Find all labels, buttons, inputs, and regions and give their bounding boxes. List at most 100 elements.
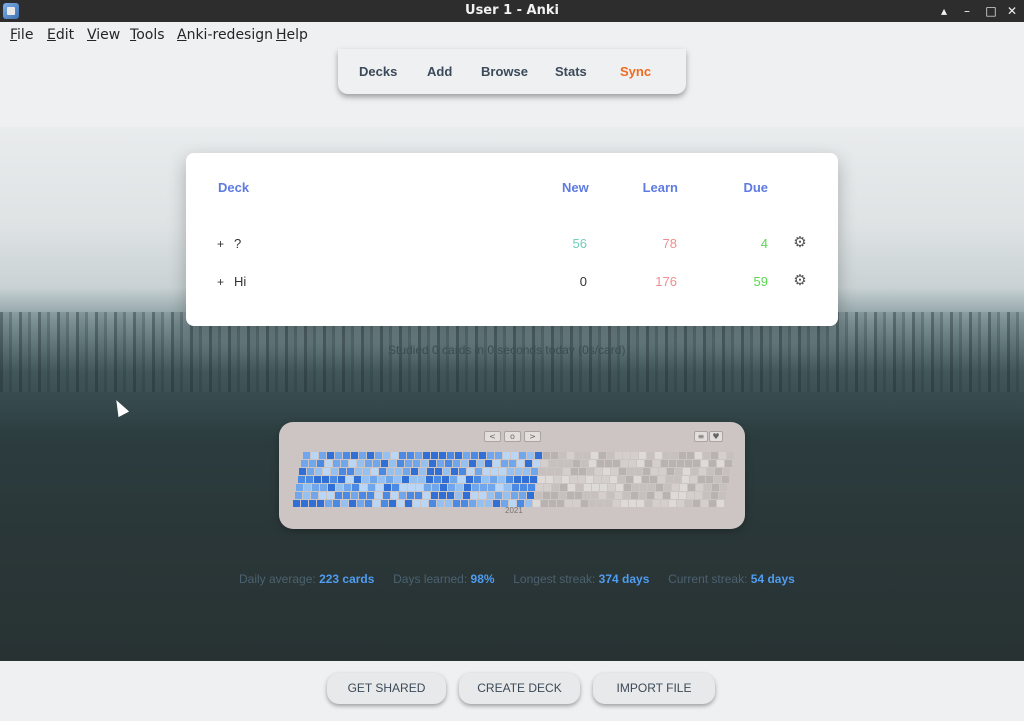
import-file-button[interactable]: IMPORT FILE xyxy=(593,673,715,704)
heatmap-cell[interactable] xyxy=(467,468,475,475)
heatmap-cell[interactable] xyxy=(462,452,470,459)
heatmap-cell[interactable] xyxy=(534,452,542,459)
heatmap-cell[interactable] xyxy=(317,500,324,507)
heatmap-cell[interactable] xyxy=(369,476,377,483)
heatmap-cell[interactable] xyxy=(309,500,316,507)
heatmap-cell[interactable] xyxy=(429,500,436,507)
heatmap-cell[interactable] xyxy=(534,492,542,499)
heatmap-cell[interactable] xyxy=(609,476,617,483)
heatmap-cell[interactable] xyxy=(438,492,446,499)
heatmap-cell[interactable] xyxy=(721,476,729,483)
heatmap-cell[interactable] xyxy=(667,468,675,475)
heatmap-cell[interactable] xyxy=(349,500,356,507)
heatmap-cell[interactable] xyxy=(617,476,625,483)
menu-help[interactable]: Help xyxy=(276,27,308,43)
heatmap-cell[interactable] xyxy=(699,468,707,475)
heatmap-cell[interactable] xyxy=(435,468,443,475)
heatmap-prev-button[interactable]: < xyxy=(484,431,501,442)
heatmap-cell[interactable] xyxy=(593,476,601,483)
heatmap-cell[interactable] xyxy=(723,468,731,475)
heatmap-cell[interactable] xyxy=(694,492,702,499)
heatmap-cell[interactable] xyxy=(675,468,683,475)
heatmap-cell[interactable] xyxy=(718,452,726,459)
close-icon[interactable]: ✕ xyxy=(1003,2,1021,20)
heatmap-cell[interactable] xyxy=(579,468,587,475)
heatmap-cell[interactable] xyxy=(445,460,452,467)
heatmap-cell[interactable] xyxy=(477,460,484,467)
heatmap-cell[interactable] xyxy=(325,500,332,507)
heatmap-cell[interactable] xyxy=(342,492,350,499)
heatmap-cell[interactable] xyxy=(597,500,604,507)
heatmap-cell[interactable] xyxy=(401,476,409,483)
heatmap-cell[interactable] xyxy=(430,452,438,459)
heatmap-cell[interactable] xyxy=(441,476,449,483)
heatmap-cell[interactable] xyxy=(601,476,609,483)
heatmap-cell[interactable] xyxy=(512,484,520,491)
heatmap-cell[interactable] xyxy=(341,460,348,467)
heatmap-cell[interactable] xyxy=(563,468,571,475)
heatmap-cell[interactable] xyxy=(387,468,395,475)
heatmap-cell[interactable] xyxy=(529,476,537,483)
deck-name[interactable]: ? xyxy=(234,236,241,251)
heatmap-cell[interactable] xyxy=(670,452,678,459)
heatmap-cell[interactable] xyxy=(517,460,524,467)
heatmap-cell[interactable] xyxy=(709,500,716,507)
heatmap-cell[interactable] xyxy=(331,468,339,475)
heatmap-cell[interactable] xyxy=(425,476,433,483)
heatmap-cell[interactable] xyxy=(457,476,465,483)
heatmap-cell[interactable] xyxy=(678,452,686,459)
heatmap-cell[interactable] xyxy=(504,484,512,491)
heatmap-cell[interactable] xyxy=(318,452,326,459)
heatmap-cell[interactable] xyxy=(611,468,619,475)
heatmap-cell[interactable] xyxy=(550,452,558,459)
heatmap-cell[interactable] xyxy=(688,484,696,491)
heatmap-cell[interactable] xyxy=(493,500,500,507)
heatmap-cell[interactable] xyxy=(622,452,630,459)
heatmap-cell[interactable] xyxy=(403,468,411,475)
heatmap-cell[interactable] xyxy=(400,484,408,491)
heatmap-cell[interactable] xyxy=(304,484,312,491)
heatmap-cell[interactable] xyxy=(662,492,670,499)
heatmap-cell[interactable] xyxy=(357,500,364,507)
heatmap-cell[interactable] xyxy=(350,492,358,499)
heatmap-cell[interactable] xyxy=(672,484,680,491)
heatmap-cell[interactable] xyxy=(649,476,657,483)
heatmap-cell[interactable] xyxy=(461,460,468,467)
heatmap-cell[interactable] xyxy=(317,460,324,467)
heatmap-cell[interactable] xyxy=(619,468,627,475)
heatmap-cell[interactable] xyxy=(640,484,648,491)
heatmap-cell[interactable] xyxy=(577,476,585,483)
heatmap-cell[interactable] xyxy=(589,460,596,467)
gear-icon[interactable]: ⚙ xyxy=(792,235,808,251)
heatmap-cell[interactable] xyxy=(337,476,345,483)
heatmap-cell[interactable] xyxy=(310,492,318,499)
heatmap-cell[interactable] xyxy=(489,476,497,483)
heatmap-cell[interactable] xyxy=(710,492,718,499)
heatmap-cell[interactable] xyxy=(526,492,534,499)
heatmap-cell[interactable] xyxy=(408,484,416,491)
heatmap-cell[interactable] xyxy=(353,476,361,483)
heatmap-cell[interactable] xyxy=(691,468,699,475)
heatmap-cell[interactable] xyxy=(717,460,724,467)
heatmap-cell[interactable] xyxy=(720,484,728,491)
heatmap-cell[interactable] xyxy=(358,492,366,499)
heatmap-cell[interactable] xyxy=(678,492,686,499)
heatmap-cell[interactable] xyxy=(382,492,390,499)
heatmap-cell[interactable] xyxy=(491,468,499,475)
heatmap-cell[interactable] xyxy=(424,484,432,491)
heatmap-cell[interactable] xyxy=(677,460,684,467)
heatmap-cell[interactable] xyxy=(486,492,494,499)
heatmap-cell[interactable] xyxy=(365,460,372,467)
heatmap-cell[interactable] xyxy=(590,452,598,459)
heatmap-cell[interactable] xyxy=(456,484,464,491)
heatmap-cell[interactable] xyxy=(333,460,340,467)
heatmap-cell[interactable] xyxy=(475,468,483,475)
heatmap-cell[interactable] xyxy=(646,452,654,459)
heatmap-cell[interactable] xyxy=(382,452,390,459)
heatmap-cell[interactable] xyxy=(384,484,392,491)
menu-anki-redesign[interactable]: Anki-redesign xyxy=(177,27,273,43)
heatmap-cell[interactable] xyxy=(523,468,531,475)
heatmap-cell[interactable] xyxy=(373,460,380,467)
heatmap-cell[interactable] xyxy=(478,452,486,459)
heatmap-cell[interactable] xyxy=(326,492,334,499)
